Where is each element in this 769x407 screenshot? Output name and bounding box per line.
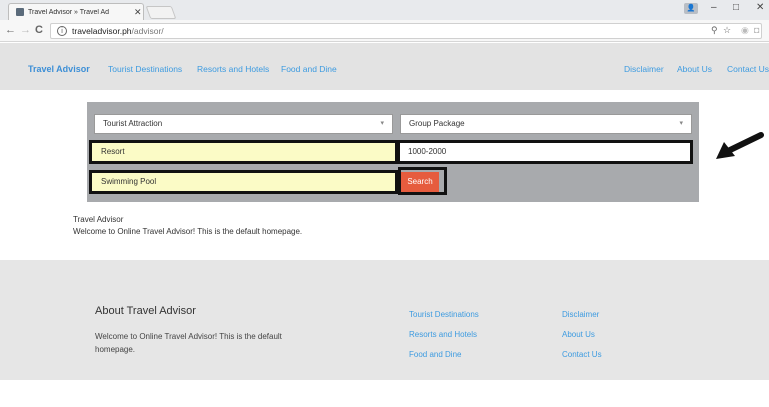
window-close-icon[interactable]: ✕ bbox=[756, 2, 764, 13]
back-icon[interactable]: ← bbox=[5, 24, 16, 36]
nav-contact-us[interactable]: Contact Us bbox=[727, 64, 769, 74]
category-select-value: Tourist Attraction bbox=[103, 119, 163, 128]
nav-tourist-destinations[interactable]: Tourist Destinations bbox=[108, 64, 182, 74]
category-select[interactable]: Tourist Attraction ▾ bbox=[94, 114, 393, 134]
forward-icon[interactable]: → bbox=[20, 24, 31, 36]
address-bar-row: ← → C i traveladvisor.ph/advisor/ ⚲ ☆ ◉ … bbox=[0, 20, 769, 42]
site-brand[interactable]: Travel Advisor bbox=[28, 64, 90, 74]
footer-link-food-dine[interactable]: Food and Dine bbox=[409, 350, 461, 359]
nav-food-dine[interactable]: Food and Dine bbox=[281, 64, 337, 74]
camera-icon[interactable]: ◘ bbox=[754, 25, 759, 35]
search-button[interactable]: Search bbox=[401, 172, 439, 192]
nav-resorts-hotels[interactable]: Resorts and Hotels bbox=[197, 64, 269, 74]
type-field-value: Resort bbox=[101, 147, 125, 156]
browser-tab-bar: Travel Advisor » Travel Ad ✕ 👤 – □ ✕ bbox=[0, 0, 769, 20]
amenity-field[interactable]: Swimming Pool bbox=[89, 170, 398, 194]
price-range-value: 1000-2000 bbox=[408, 147, 447, 156]
intro-section: Travel Advisor Welcome to Online Travel … bbox=[73, 214, 302, 238]
zoom-icon[interactable]: ⚲ bbox=[711, 25, 718, 36]
extension-icon[interactable]: ◉ bbox=[741, 25, 749, 36]
favicon-icon bbox=[16, 8, 24, 16]
footer-link-about-us[interactable]: About Us bbox=[562, 330, 595, 339]
new-tab-button[interactable] bbox=[145, 6, 177, 19]
info-icon[interactable]: i bbox=[57, 26, 67, 36]
intro-title: Travel Advisor bbox=[73, 215, 124, 224]
footer-link-disclaimer[interactable]: Disclaimer bbox=[562, 310, 599, 319]
footer-link-resorts-hotels[interactable]: Resorts and Hotels bbox=[409, 330, 477, 339]
nav-about-us[interactable]: About Us bbox=[677, 64, 712, 74]
package-select[interactable]: Group Package ▾ bbox=[400, 114, 692, 134]
bookmark-star-icon[interactable]: ☆ bbox=[723, 25, 731, 36]
profile-icon[interactable]: 👤 bbox=[684, 3, 698, 14]
amenity-field-value: Swimming Pool bbox=[101, 177, 157, 186]
url-path: /advisor/ bbox=[131, 26, 164, 36]
tab-title: Travel Advisor » Travel Ad bbox=[28, 8, 110, 16]
type-field[interactable]: Resort bbox=[89, 140, 398, 164]
url-input[interactable]: i traveladvisor.ph/advisor/ ⚲ ☆ ◉ ◘ bbox=[50, 23, 762, 39]
tab-close-icon[interactable]: ✕ bbox=[134, 7, 142, 18]
minimize-icon[interactable]: – bbox=[711, 2, 717, 13]
reload-icon[interactable]: C bbox=[35, 24, 43, 36]
chevron-down-icon: ▾ bbox=[380, 120, 384, 127]
url-host: traveladvisor.ph bbox=[72, 26, 132, 36]
arrow-pointer-icon bbox=[716, 132, 764, 159]
footer bbox=[0, 260, 769, 380]
footer-link-tourist-destinations[interactable]: Tourist Destinations bbox=[409, 310, 479, 319]
site-navbar: Travel Advisor Tourist Destinations Reso… bbox=[0, 43, 769, 90]
url-text: traveladvisor.ph/advisor/ bbox=[72, 26, 164, 36]
package-select-value: Group Package bbox=[409, 119, 465, 128]
footer-link-contact-us[interactable]: Contact Us bbox=[562, 350, 602, 359]
browser-tab[interactable]: Travel Advisor » Travel Ad ✕ bbox=[8, 3, 144, 20]
price-range-field[interactable]: 1000-2000 bbox=[397, 140, 693, 164]
maximize-icon[interactable]: □ bbox=[733, 2, 739, 13]
intro-text: Welcome to Online Travel Advisor! This i… bbox=[73, 227, 303, 236]
nav-disclaimer[interactable]: Disclaimer bbox=[624, 64, 664, 74]
chevron-down-icon: ▾ bbox=[679, 120, 683, 127]
footer-text: Welcome to Online Travel Advisor! This i… bbox=[95, 332, 282, 354]
footer-title: About Travel Advisor bbox=[95, 305, 196, 317]
